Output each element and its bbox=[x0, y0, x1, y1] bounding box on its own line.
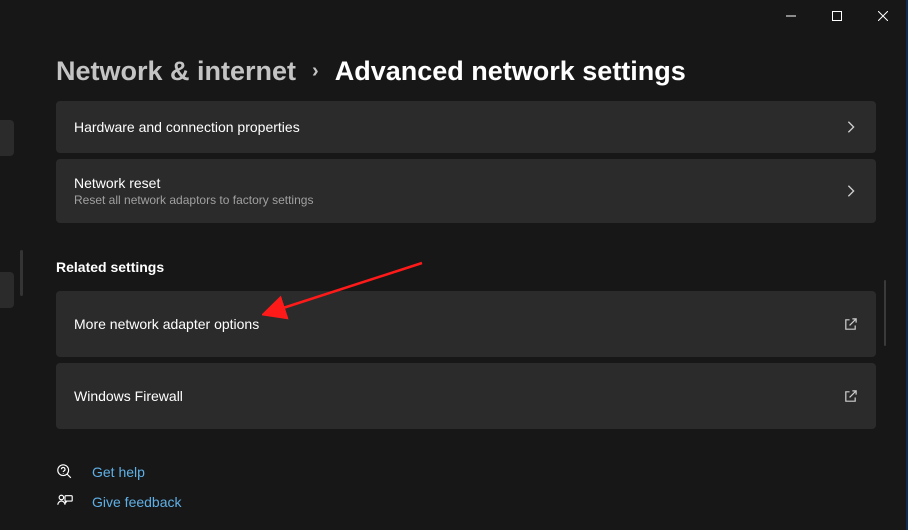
get-help-link[interactable]: Get help bbox=[56, 457, 876, 487]
chevron-right-icon bbox=[844, 120, 858, 134]
more-adapter-options-item[interactable]: More network adapter options bbox=[56, 291, 876, 357]
page-title: Advanced network settings bbox=[335, 56, 686, 87]
item-title: More network adapter options bbox=[74, 316, 259, 332]
breadcrumb: Network & internet › Advanced network se… bbox=[56, 56, 876, 87]
external-link-icon bbox=[843, 317, 858, 332]
external-link-icon bbox=[843, 389, 858, 404]
minimize-button[interactable] bbox=[768, 0, 814, 32]
hardware-connection-item[interactable]: Hardware and connection properties bbox=[56, 101, 876, 153]
content-area: Network & internet › Advanced network se… bbox=[56, 56, 876, 530]
item-title: Windows Firewall bbox=[74, 388, 183, 404]
sidebar-indicator bbox=[20, 250, 23, 296]
breadcrumb-parent[interactable]: Network & internet bbox=[56, 56, 296, 87]
help-icon bbox=[56, 463, 76, 481]
chevron-right-icon bbox=[844, 184, 858, 198]
item-title: Hardware and connection properties bbox=[74, 119, 300, 135]
sidebar-item-fragment bbox=[0, 120, 14, 156]
windows-firewall-item[interactable]: Windows Firewall bbox=[56, 363, 876, 429]
link-label: Get help bbox=[92, 464, 145, 480]
network-reset-item[interactable]: Network reset Reset all network adaptors… bbox=[56, 159, 876, 223]
item-title: Network reset bbox=[74, 175, 313, 191]
scrollbar[interactable] bbox=[884, 280, 886, 346]
close-button[interactable] bbox=[860, 0, 906, 32]
give-feedback-link[interactable]: Give feedback bbox=[56, 487, 876, 517]
link-label: Give feedback bbox=[92, 494, 182, 510]
feedback-icon bbox=[56, 493, 76, 511]
related-settings-heading: Related settings bbox=[56, 259, 876, 275]
chevron-right-icon: › bbox=[312, 60, 319, 83]
maximize-button[interactable] bbox=[814, 0, 860, 32]
window-titlebar bbox=[768, 0, 906, 32]
sidebar-item-fragment bbox=[0, 272, 14, 308]
item-subtitle: Reset all network adaptors to factory se… bbox=[74, 193, 313, 207]
